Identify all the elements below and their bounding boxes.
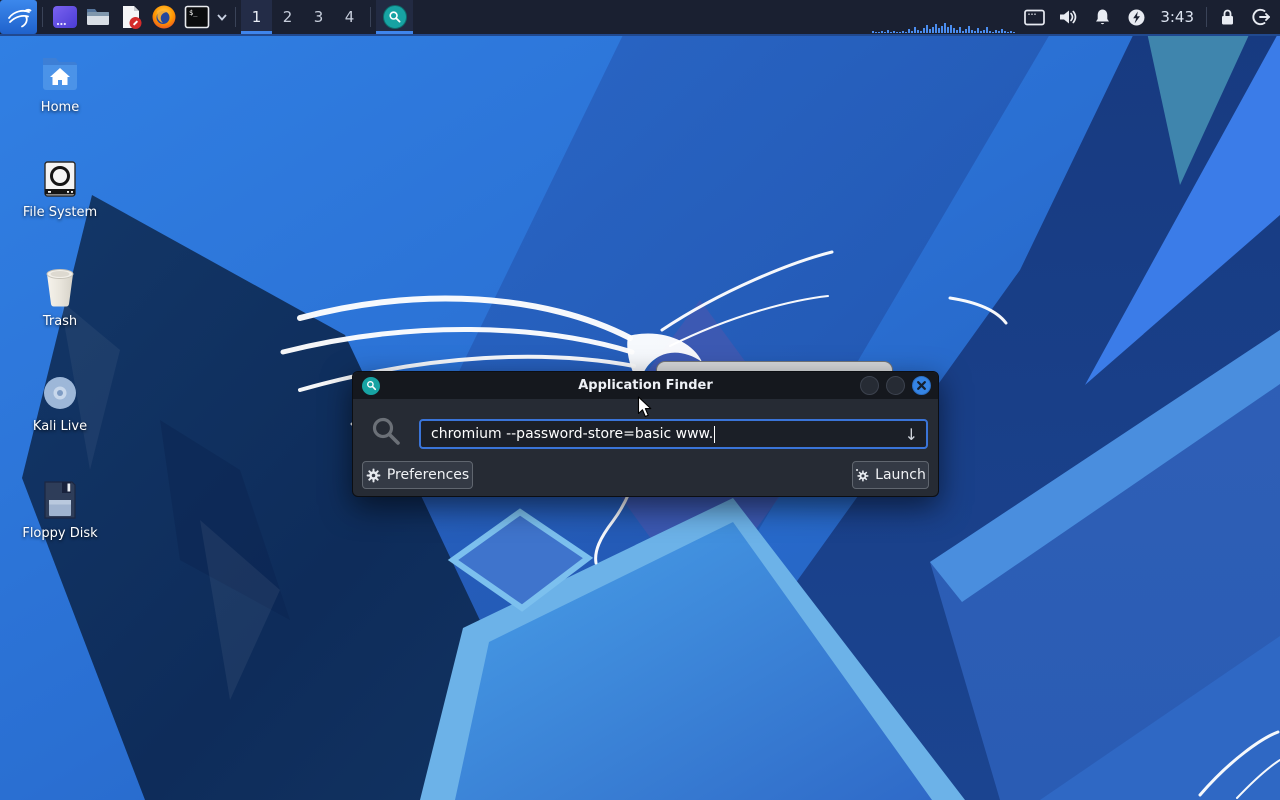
launcher-desktop[interactable] xyxy=(48,0,81,34)
workspace-3[interactable]: 3 xyxy=(303,0,334,34)
launcher-web-browser[interactable] xyxy=(147,0,180,34)
desktop-icon-file-system[interactable]: File System xyxy=(12,159,108,220)
kali-menu-button[interactable] xyxy=(0,0,37,34)
launcher-text-editor[interactable] xyxy=(114,0,147,34)
chevron-down-icon xyxy=(216,14,227,21)
workspace-1[interactable]: 1 xyxy=(241,0,272,34)
optical-disc-icon xyxy=(44,377,76,409)
kali-logo-icon xyxy=(7,8,31,28)
desktop-icon-label: File System xyxy=(22,205,98,220)
tray-volume-button[interactable] xyxy=(1051,0,1085,34)
close-button[interactable] xyxy=(912,376,931,395)
preferences-label: Preferences xyxy=(386,467,470,483)
home-folder-icon xyxy=(43,58,77,90)
screen-icon xyxy=(1023,9,1045,25)
launch-gear-icon xyxy=(856,469,869,482)
launcher-file-manager[interactable] xyxy=(81,0,114,34)
volume-icon xyxy=(1060,10,1077,24)
desktop-icon-label: Trash xyxy=(42,314,78,329)
tray-power-manager-button[interactable] xyxy=(1119,0,1153,34)
clock[interactable]: 3:43 xyxy=(1153,0,1201,34)
launch-button[interactable]: Launch xyxy=(852,461,929,489)
dropdown-arrow-icon[interactable]: ↓ xyxy=(905,425,918,444)
panel-spacer xyxy=(413,0,872,34)
desktop-icon-label: Kali Live xyxy=(32,419,88,434)
tray-screen-button[interactable] xyxy=(1017,0,1051,34)
document-icon xyxy=(122,6,141,29)
maximize-button[interactable] xyxy=(886,376,905,395)
text-caret xyxy=(714,425,716,443)
folder-icon xyxy=(86,9,109,25)
launcher-dropdown-button[interactable] xyxy=(213,0,230,34)
floppy-disk-icon xyxy=(44,481,76,519)
desktop-icon-kali-live[interactable]: Kali Live xyxy=(12,373,108,434)
desktop-icon-label: Home xyxy=(40,100,80,115)
power-bolt-icon xyxy=(1128,9,1145,25)
desktop-icon-floppy-disk[interactable]: Floppy Disk xyxy=(12,480,108,541)
trash-can-icon xyxy=(46,269,74,307)
launch-label: Launch xyxy=(875,467,926,483)
panel-separator xyxy=(235,7,236,27)
application-finder-icon xyxy=(382,5,407,29)
tray-lock-button[interactable] xyxy=(1212,0,1242,34)
tray-notifications-button[interactable] xyxy=(1085,0,1119,34)
desktop-icon-label: Floppy Disk xyxy=(22,526,98,541)
svg-text:$_: $_ xyxy=(189,9,198,17)
cpu-graph[interactable] xyxy=(872,19,1017,34)
firefox-icon xyxy=(152,5,175,29)
top-panel: $_ 1 2 3 4 3:43 xyxy=(0,0,1280,36)
desktop-root: $_ 1 2 3 4 3:43 Home File System Trash K… xyxy=(0,0,1280,800)
panel-separator xyxy=(370,7,371,27)
tray-logout-button[interactable] xyxy=(1242,0,1280,34)
desktop-icon-home[interactable]: Home xyxy=(12,54,108,115)
desktop-icon xyxy=(52,6,77,28)
terminal-icon: $_ xyxy=(184,5,209,29)
taskbar-application-finder[interactable] xyxy=(376,0,413,34)
close-icon xyxy=(917,381,926,390)
search-input-value: chromium --password-store=basic www. xyxy=(431,426,714,442)
mouse-cursor xyxy=(637,396,652,418)
launcher-terminal[interactable]: $_ xyxy=(180,0,213,34)
panel-separator xyxy=(1206,7,1207,27)
desktop-icon-trash[interactable]: Trash xyxy=(12,266,108,329)
window-title: Application Finder xyxy=(578,378,713,393)
application-finder-window: Application Finder chromium --password-s… xyxy=(352,371,939,497)
search-icon xyxy=(372,417,400,445)
lock-icon xyxy=(1221,9,1233,25)
minimize-button[interactable] xyxy=(860,376,879,395)
gear-icon xyxy=(366,468,381,482)
bell-icon xyxy=(1095,9,1109,25)
titlebar[interactable]: Application Finder xyxy=(353,372,938,399)
logout-icon xyxy=(1252,8,1270,26)
hard-drive-icon xyxy=(44,161,76,197)
workspace-2[interactable]: 2 xyxy=(272,0,303,34)
panel-separator xyxy=(42,7,43,27)
workspace-4[interactable]: 4 xyxy=(334,0,365,34)
preferences-button[interactable]: Preferences xyxy=(362,461,473,489)
search-input[interactable]: chromium --password-store=basic www. ↓ xyxy=(419,419,928,449)
